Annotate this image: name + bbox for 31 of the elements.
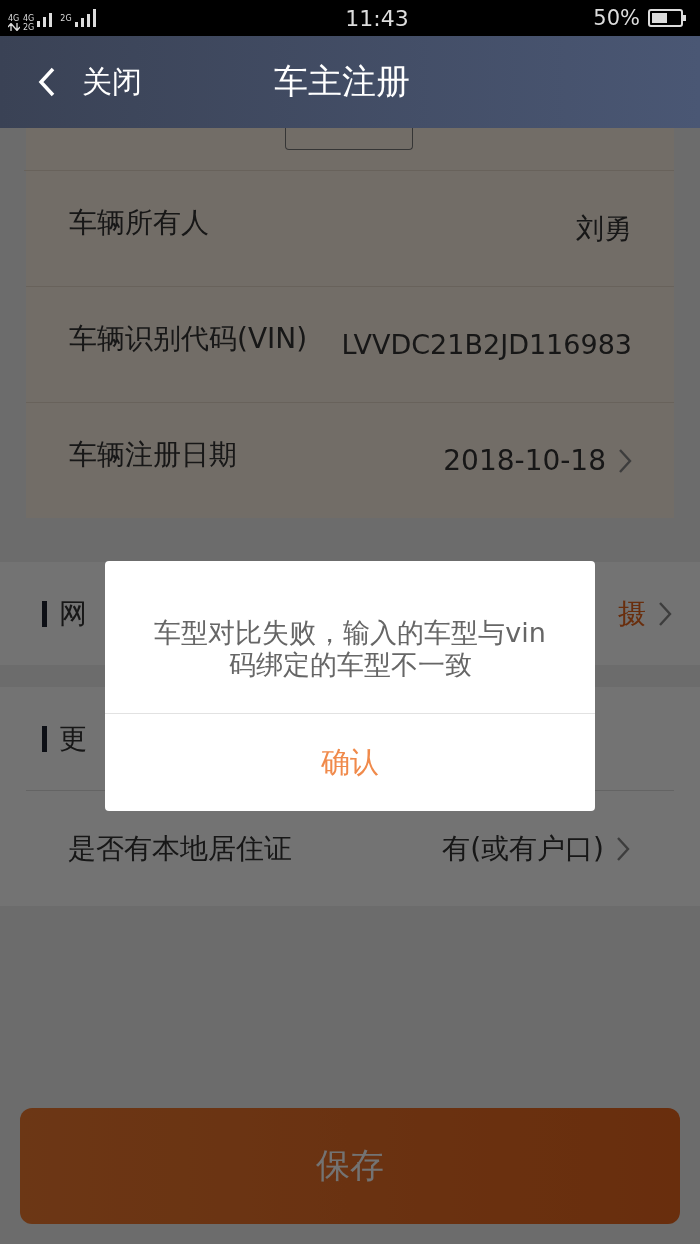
data-arrows-icon (8, 22, 20, 31)
battery-percent: 50% (593, 6, 640, 30)
field-label: 车辆所有人 (69, 204, 209, 241)
field-value: 刘勇 (576, 210, 632, 247)
save-button[interactable]: 保存 (20, 1108, 680, 1224)
network-label: 2G (60, 13, 72, 23)
field-value: 摄 (618, 595, 646, 632)
field-label: 车辆识别代码(VIN) (69, 320, 308, 357)
field-value: 2018-10-18 (443, 444, 606, 477)
field-value: LVVDC21B2JD116983 (341, 329, 632, 360)
upload-box[interactable] (285, 128, 413, 150)
battery-icon (648, 9, 686, 27)
network-label: 2G (23, 22, 35, 32)
network-label: 4G (23, 13, 35, 23)
chevron-icon (658, 600, 672, 627)
field-label: 是否有本地居住证 (68, 830, 292, 867)
page-title: 车主注册 (274, 60, 410, 103)
chevron-icon (616, 835, 630, 862)
confirm-button[interactable]: 确认 (105, 714, 595, 811)
dialog-message: 车型对比失败，输入的车型与vin码绑定的车型不一致 (153, 616, 547, 682)
network-label: 4G (8, 13, 20, 23)
back-icon (38, 67, 56, 97)
section-title: 更 (59, 720, 87, 757)
section-marker (42, 725, 47, 752)
clock: 11:43 (345, 5, 409, 31)
field-value: 有(或有户口) (442, 830, 604, 867)
close-button[interactable]: 关闭 (0, 60, 230, 104)
section-title: 网 (59, 595, 87, 632)
section-marker (42, 600, 47, 627)
field-label: 车辆注册日期 (69, 436, 237, 473)
chevron-icon (618, 447, 632, 474)
